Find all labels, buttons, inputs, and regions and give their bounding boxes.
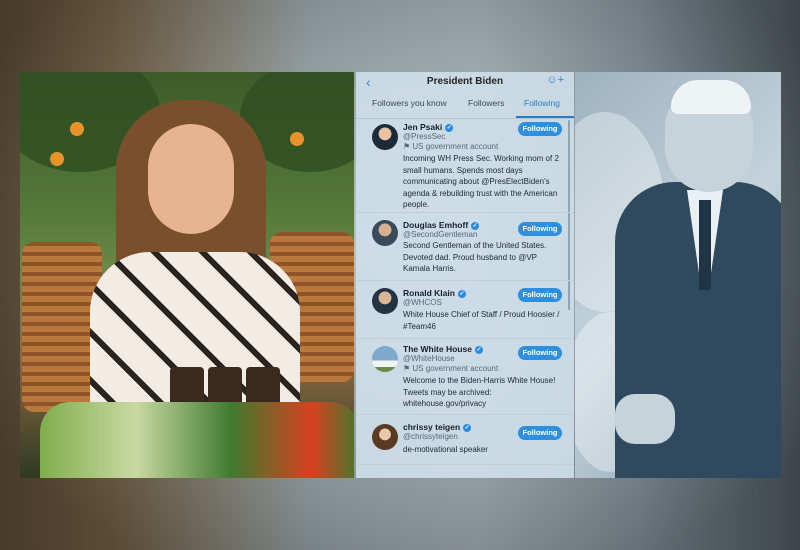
following-button[interactable]: Following [518,122,562,136]
account-name: The White House ✓ [403,344,483,354]
avatar [372,424,398,450]
list-item[interactable]: Douglas Emhoff ✓ @SecondGentleman Second … [356,216,574,281]
tab-bar: Followers you know Followers Following [356,98,574,119]
account-handle: @PressSec [403,132,446,141]
panel-header: ‹ President Biden ☺+ [356,72,574,92]
government-badge: ⚑ US government account [403,364,499,373]
hand-holding-mask [615,394,675,444]
account-bio: de-motivational speaker [403,445,488,454]
account-handle: @WHCOS [403,298,442,307]
tab-following[interactable]: Following [524,98,560,108]
account-bio: Second Gentleman of the United States. D… [403,241,547,273]
following-button[interactable]: Following [518,346,562,360]
account-handle: @SecondGentleman [403,230,478,239]
list-item[interactable]: Jen Psaki ✓ @PressSec ⚑ US government acc… [356,120,574,213]
account-handle: @WhiteHouse [403,354,455,363]
tab-followers-you-know[interactable]: Followers you know [372,98,447,108]
following-button[interactable]: Following [518,426,562,440]
left-photo [20,72,354,478]
verified-icon: ✓ [445,123,454,132]
active-tab-indicator [516,116,574,118]
list-item[interactable]: chrissy teigen ✓ @chrissyteigen de-motiva… [356,418,574,465]
flag-icon: ⚑ [403,142,413,151]
account-bio: Welcome to the Biden-Harris White House!… [403,376,556,408]
verified-icon: ✓ [474,345,483,354]
account-bio: Incoming WH Press Sec. Working mom of 2 … [403,154,559,209]
verified-icon: ✓ [457,289,466,298]
account-name: Ronald Klain ✓ [403,288,466,298]
account-handle: @chrissyteigen [403,432,458,441]
person-face [148,124,234,234]
following-button[interactable]: Following [518,288,562,302]
avatar [372,220,398,246]
tab-followers[interactable]: Followers [468,98,504,108]
right-photo [575,72,781,478]
page-title: President Biden [426,76,504,87]
verified-icon: ✓ [463,423,472,432]
list-item[interactable]: Ronald Klain ✓ @WHCOS White House Chief o… [356,284,574,339]
account-name: Jen Psaki ✓ [403,122,454,132]
list-item[interactable]: The White House ✓ @WhiteHouse ⚑ US govern… [356,342,574,415]
tie [699,200,711,290]
account-name: Douglas Emhoff ✓ [403,220,480,230]
vegetables [40,402,354,478]
avatar [372,124,398,150]
government-badge: ⚑ US government account [403,142,499,151]
verified-icon: ✓ [471,221,480,230]
flag-icon: ⚑ [403,364,413,373]
account-name: chrissy teigen ✓ [403,422,472,432]
twitter-following-panel: ‹ President Biden ☺+ Followers you know … [356,72,574,478]
account-bio: White House Chief of Staff / Proud Hoosi… [403,310,560,331]
avatar [372,346,398,372]
avatar [372,288,398,314]
following-button[interactable]: Following [518,222,562,236]
add-user-icon[interactable]: ☺+ [546,74,564,86]
